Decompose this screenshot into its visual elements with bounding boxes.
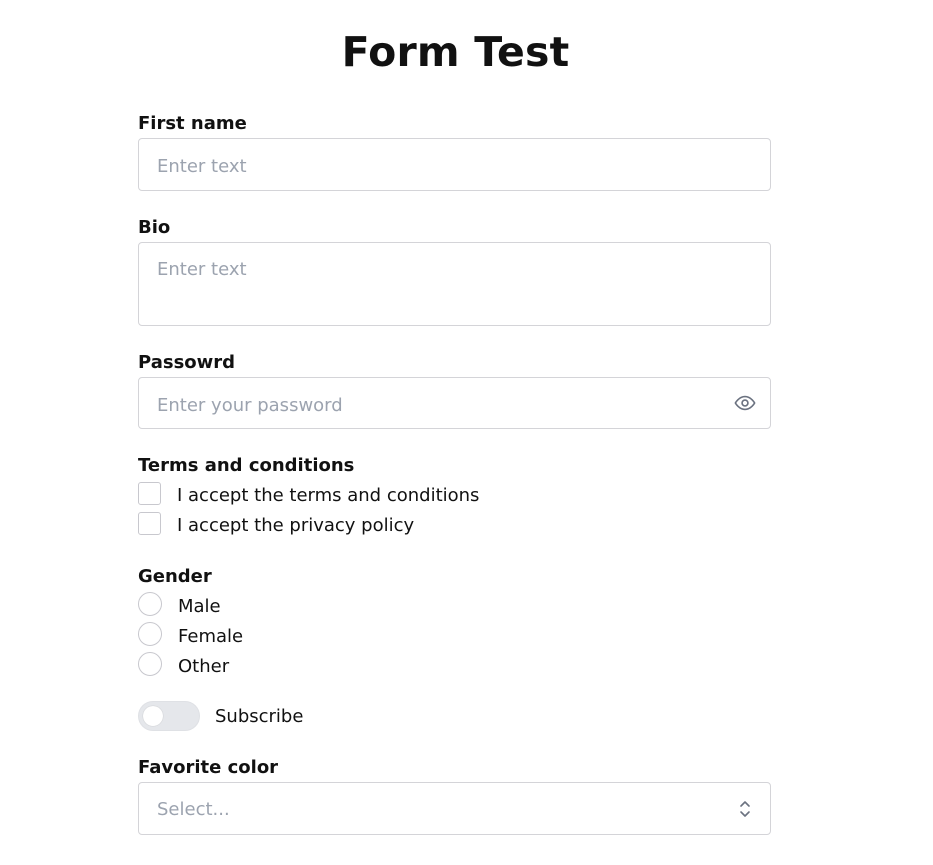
favorite-color-select[interactable]: Select... <box>138 782 771 835</box>
eye-icon[interactable] <box>734 392 756 414</box>
first-name-label: First name <box>138 113 247 134</box>
bio-textarea[interactable] <box>157 258 752 308</box>
bio-field <box>138 242 771 326</box>
terms-checkbox-label: I accept the terms and conditions <box>177 485 480 506</box>
subscribe-label: Subscribe <box>215 706 304 727</box>
privacy-checkbox-label: I accept the privacy policy <box>177 515 415 536</box>
password-label: Passowrd <box>138 352 236 373</box>
terms-checkbox-row[interactable]: I accept the terms and conditions <box>138 480 479 506</box>
male-radio-label: Male <box>178 596 221 617</box>
female-radio-label: Female <box>178 626 244 647</box>
password-field <box>138 377 771 429</box>
form-page: Form Test First name Bio Passowrd Terms … <box>0 0 933 865</box>
password-input[interactable] <box>157 393 720 417</box>
subscribe-toggle[interactable] <box>138 701 200 731</box>
chevron-up-down-icon <box>738 798 752 820</box>
terms-label: Terms and conditions <box>138 455 355 476</box>
select-placeholder: Select... <box>157 799 230 820</box>
other-radio-label: Other <box>178 656 230 677</box>
first-name-input[interactable] <box>157 154 752 178</box>
female-radio[interactable] <box>138 622 162 646</box>
page-title: Form Test <box>341 28 570 76</box>
male-radio[interactable] <box>138 592 162 616</box>
toggle-knob <box>143 706 163 726</box>
other-radio[interactable] <box>138 652 162 676</box>
privacy-checkbox[interactable] <box>138 511 161 535</box>
gender-option-male[interactable]: Male <box>138 591 221 617</box>
gender-option-female[interactable]: Female <box>138 621 243 647</box>
privacy-checkbox-row[interactable]: I accept the privacy policy <box>138 510 414 536</box>
bio-label: Bio <box>138 217 171 238</box>
terms-checkbox[interactable] <box>138 481 161 505</box>
gender-option-other[interactable]: Other <box>138 651 229 677</box>
first-name-field <box>138 138 771 191</box>
favorite-color-label: Favorite color <box>138 757 279 778</box>
gender-label: Gender <box>138 566 212 587</box>
